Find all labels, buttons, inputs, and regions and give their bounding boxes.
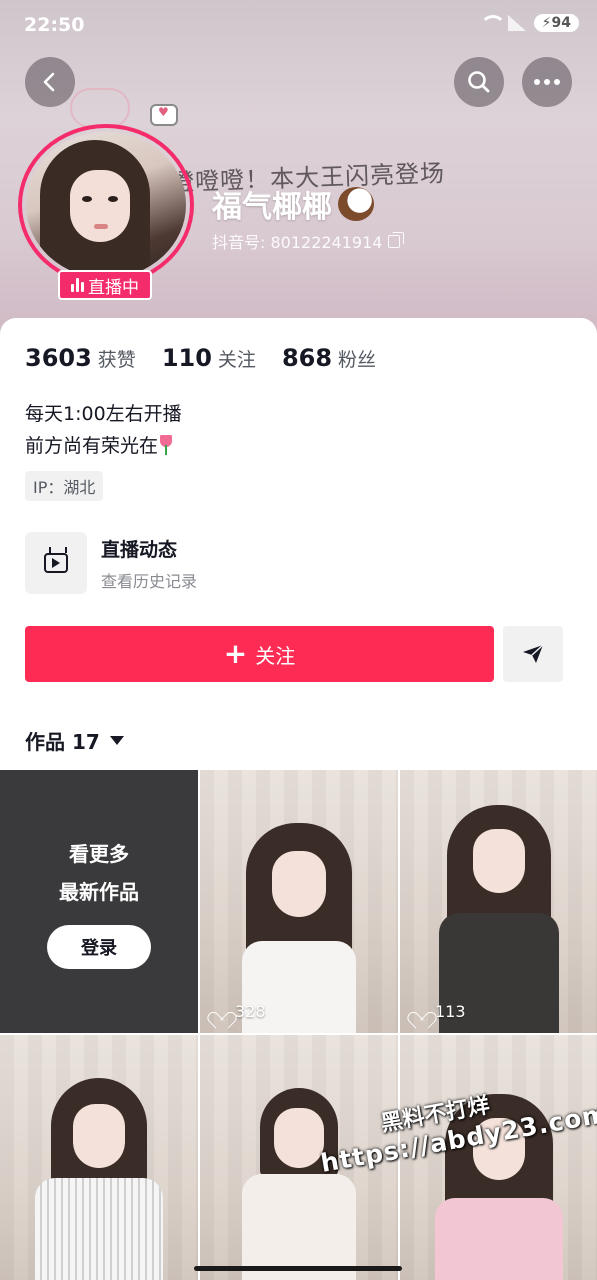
back-button[interactable] — [25, 57, 75, 107]
video-thumbnail[interactable]: 328 — [200, 770, 398, 1033]
tulip-icon — [158, 435, 174, 455]
stat-following-label: 关注 — [217, 349, 256, 371]
share-button[interactable] — [503, 626, 563, 682]
stat-followers-label: 粉丝 — [338, 349, 377, 371]
copy-icon[interactable] — [388, 231, 405, 248]
avatar[interactable] — [18, 124, 194, 286]
stat-likes-value: 3603 — [25, 344, 92, 372]
tv-play-icon — [44, 553, 68, 573]
like-count-value: 328 — [235, 1002, 266, 1021]
live-badge-label: 直播中 — [88, 277, 139, 298]
works-grid: 看更多 最新作品 登录 328 113 — [0, 770, 597, 1280]
heart-doodle-icon — [70, 88, 130, 128]
signal-icon — [507, 15, 526, 31]
stat-following-value: 110 — [161, 344, 212, 372]
bio-line-2: 前方尚有荣光在 — [25, 435, 159, 457]
battery-indicator: ⚡94 — [533, 14, 579, 32]
stat-likes[interactable]: 3603 获赞 — [25, 344, 136, 372]
bio: 每天1:00左右开播 前方尚有荣光在 — [25, 398, 182, 462]
live-bars-icon — [71, 278, 84, 292]
stat-likes-label: 获赞 — [97, 349, 136, 371]
tab-works-label: 作品 17 — [25, 730, 100, 754]
follow-button-label: 关注 — [255, 643, 296, 668]
promo-line-1: 看更多 — [69, 841, 129, 866]
stat-followers[interactable]: 868 粉丝 — [282, 344, 376, 372]
status-bar: 22:50 ⚡94 — [0, 0, 597, 52]
stat-following[interactable]: 110 关注 — [162, 344, 256, 372]
paper-plane-icon — [523, 644, 544, 663]
tab-works[interactable]: 作品 17 — [25, 726, 124, 755]
more-button[interactable] — [522, 57, 572, 107]
bio-line-1: 每天1:00左右开播 — [25, 403, 182, 425]
like-count: 113 — [412, 1002, 466, 1021]
chevron-left-icon — [43, 72, 55, 92]
home-indicator[interactable] — [194, 1266, 402, 1271]
live-badge[interactable]: 直播中 — [58, 270, 152, 300]
live-dynamic-subtitle: 查看历史记录 — [101, 571, 198, 591]
follow-button[interactable]: + 关注 — [25, 626, 494, 682]
heart-outline-icon — [412, 1004, 430, 1020]
avatar-image — [26, 132, 186, 278]
stats-row: 3603 获赞 110 关注 868 粉丝 — [25, 344, 376, 372]
bio-line-2-wrap: 前方尚有荣光在 — [25, 430, 182, 462]
live-dynamic-title: 直播动态 — [101, 538, 178, 561]
wifi-icon — [479, 15, 506, 31]
like-count: 328 — [212, 1002, 266, 1021]
plus-icon: + — [223, 637, 248, 670]
video-thumbnail[interactable]: 113 — [400, 770, 597, 1033]
douyin-id[interactable]: 抖音号: 80122241914 — [212, 229, 405, 253]
nickname: 福气椰椰 — [212, 182, 374, 226]
promo-line-2: 最新作品 — [59, 879, 139, 904]
nickname-text: 福气椰椰 — [212, 190, 332, 225]
live-dynamic-text: 直播动态 查看历史记录 — [101, 535, 197, 592]
stat-followers-value: 868 — [281, 344, 333, 372]
login-button[interactable]: 登录 — [47, 924, 151, 969]
chat-heart-icon — [150, 104, 178, 126]
coconut-icon — [338, 187, 374, 221]
douyin-id-text: 抖音号: 80122241914 — [212, 233, 383, 252]
like-count-value: 113 — [435, 1002, 466, 1021]
search-button[interactable] — [454, 57, 504, 107]
battery-level: 94 — [551, 15, 571, 31]
video-thumbnail[interactable] — [0, 1035, 198, 1280]
ip-location-tag: IP：湖北 — [25, 471, 104, 501]
caret-down-icon — [109, 736, 124, 745]
live-dynamic-icon-box — [25, 532, 87, 594]
search-icon — [468, 71, 490, 93]
more-dots-icon — [534, 79, 560, 85]
live-dynamic-entry[interactable]: 直播动态 查看历史记录 — [25, 532, 197, 594]
heart-outline-icon — [212, 1004, 230, 1020]
status-time: 22:50 — [24, 14, 85, 36]
login-promo-tile: 看更多 最新作品 登录 — [0, 770, 198, 1033]
status-icons: ⚡94 — [479, 14, 579, 32]
